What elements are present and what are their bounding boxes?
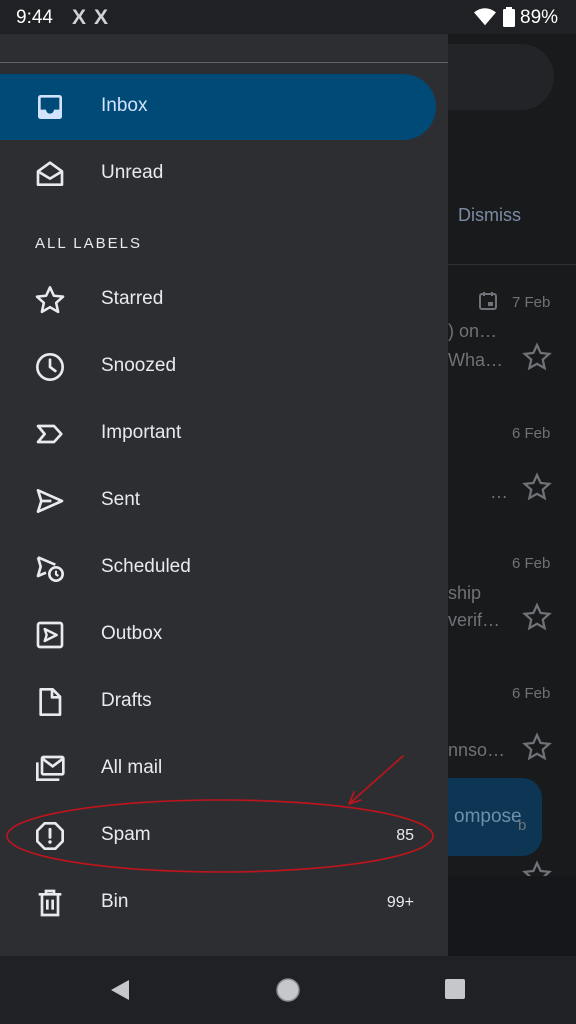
dismiss-button: Dismiss	[458, 205, 521, 225]
email-date: 6 Feb	[512, 685, 551, 702]
trash-icon	[38, 889, 62, 917]
email-date: 6 Feb	[512, 555, 551, 572]
spam-icon	[36, 822, 64, 850]
open-mail-icon	[36, 161, 64, 186]
drawer-item-label: Important	[101, 422, 182, 443]
recents-button-icon[interactable]	[444, 978, 466, 1000]
drawer-item-bin[interactable]: Bin 99+	[0, 870, 436, 936]
drawer-item-label: Outbox	[101, 623, 163, 644]
calendar-icon	[479, 292, 497, 310]
star-icon	[522, 732, 552, 761]
important-icon	[36, 424, 63, 444]
section-header-all-labels: ALL LABELS	[35, 235, 143, 252]
outbox-icon	[36, 621, 64, 649]
notification-x-icons: XX	[72, 6, 117, 29]
drawer-item-label: Drafts	[101, 690, 152, 711]
email-date: 6 Feb	[512, 425, 551, 442]
email-date: 7 Feb	[512, 294, 551, 311]
background-inbox: Dismiss 7 Feb ) on… Wha… 6 Feb … 6 Feb s…	[448, 34, 576, 956]
star-icon	[522, 602, 552, 631]
drawer-item-inbox[interactable]: Inbox	[0, 74, 436, 140]
drawer-item-label: Starred	[101, 288, 164, 309]
unread-count: 85	[396, 827, 414, 844]
wifi-icon	[474, 8, 496, 26]
battery-icon	[503, 7, 515, 27]
email-date: b	[518, 817, 527, 834]
divider	[448, 264, 576, 265]
email-snippet: nnso…	[448, 740, 506, 760]
drawer-item-outbox[interactable]: Outbox	[0, 602, 436, 668]
status-bar: 9:44 XX 89%	[0, 0, 576, 34]
email-snippet: ) on…	[448, 321, 498, 341]
compose-button: ompose	[448, 778, 542, 856]
home-button-icon[interactable]	[275, 977, 301, 1003]
drawer-item-label: Sent	[101, 489, 141, 510]
star-icon	[522, 342, 552, 371]
search-bar	[448, 44, 554, 110]
navigation-drawer: Inbox Unread ALL LABELS Starred Snoozed …	[0, 34, 448, 956]
send-icon	[36, 489, 64, 513]
drawer-item-snoozed[interactable]: Snoozed	[0, 334, 436, 400]
drawer-item-label: Unread	[101, 162, 164, 183]
drawer-item-all-mail[interactable]: All mail	[0, 736, 436, 802]
drawer-item-label: Snoozed	[101, 355, 177, 376]
drawer-item-unread[interactable]: Unread	[0, 141, 436, 207]
email-snippet: Wha…	[448, 350, 504, 370]
battery-percent: 89%	[520, 7, 559, 28]
email-snippet: …	[490, 482, 508, 502]
star-icon	[35, 286, 65, 314]
back-button-icon[interactable]	[109, 978, 131, 1002]
inbox-icon	[38, 95, 62, 119]
draft-icon	[39, 688, 62, 716]
drawer-item-sent[interactable]: Sent	[0, 468, 436, 534]
drawer-item-drafts[interactable]: Drafts	[0, 669, 436, 735]
drawer-item-important[interactable]: Important	[0, 401, 436, 467]
drawer-item-spam[interactable]: Spam 85	[0, 803, 436, 869]
system-nav-bar	[0, 956, 576, 1024]
star-icon	[522, 472, 552, 501]
drawer-item-label: Scheduled	[101, 556, 191, 577]
scheduled-send-icon	[36, 556, 64, 582]
drawer-item-scheduled[interactable]: Scheduled	[0, 535, 436, 601]
compose-label: ompose	[454, 806, 522, 827]
drawer-item-label: Inbox	[101, 95, 148, 116]
all-mail-icon	[36, 755, 65, 781]
status-time: 9:44	[16, 7, 53, 28]
drawer-divider	[0, 62, 448, 63]
unread-count: 99+	[386, 894, 414, 911]
clock-icon	[36, 353, 64, 381]
drawer-item-label: Bin	[101, 891, 129, 912]
drawer-item-label: Spam	[101, 824, 151, 845]
email-snippet: ship	[448, 583, 482, 603]
drawer-item-starred[interactable]: Starred	[0, 267, 436, 333]
email-snippet: verif…	[448, 610, 501, 630]
drawer-item-label: All mail	[101, 757, 163, 778]
background-bottom-bar	[448, 876, 576, 956]
